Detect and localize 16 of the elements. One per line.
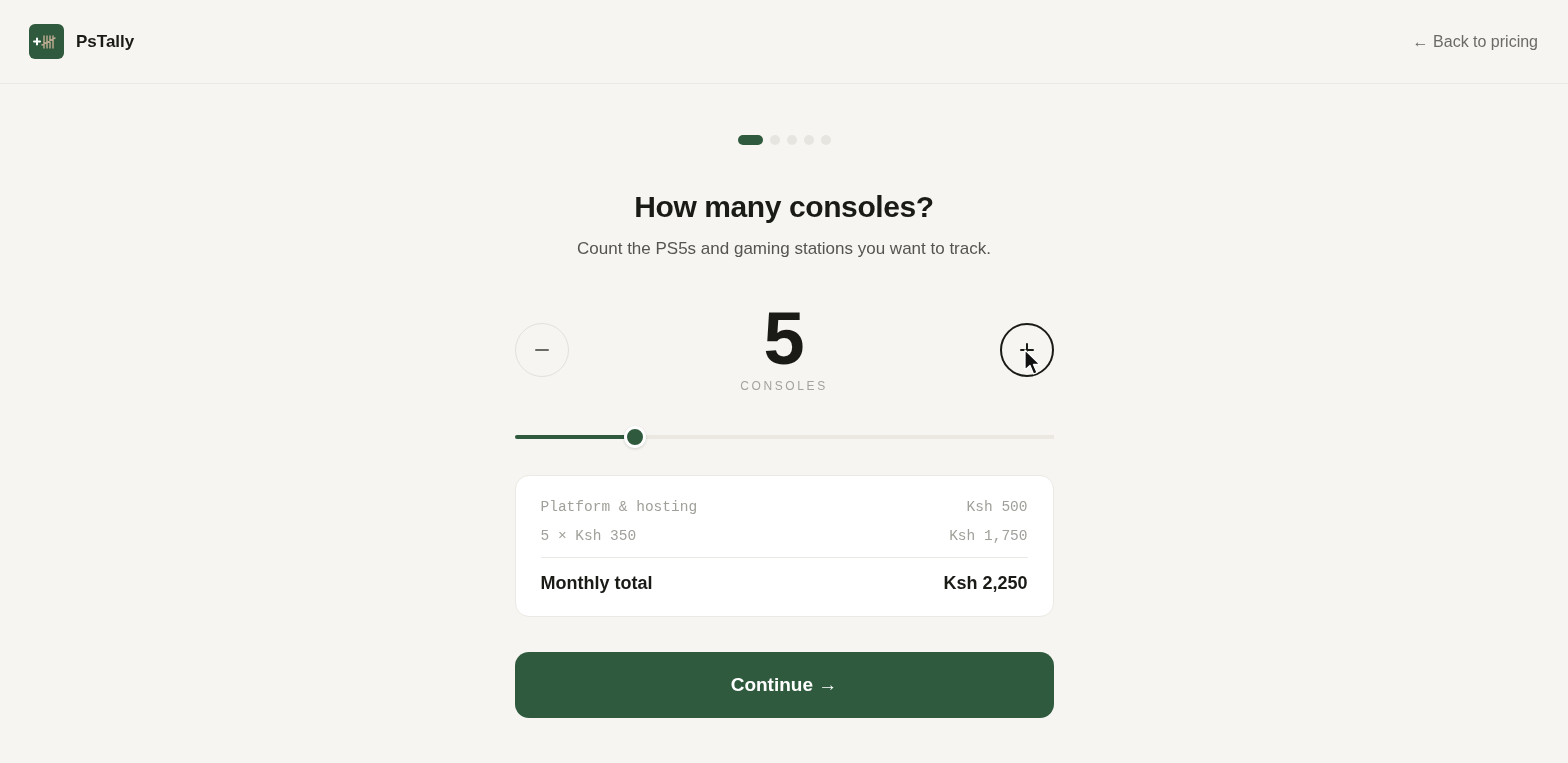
continue-button[interactable]: Continue →	[514, 652, 1054, 718]
console-count: 5	[763, 306, 805, 372]
mouse-pointer-icon	[1023, 349, 1041, 376]
line-item-amount: Ksh 1,750	[949, 527, 1028, 546]
total-amount: Ksh 2,250	[943, 572, 1028, 595]
slider-thumb[interactable]	[623, 426, 646, 448]
line-item-amount: Ksh 500	[966, 498, 1028, 517]
brand-name: PsTally	[76, 31, 135, 52]
count-unit-label: CONSOLES	[740, 378, 828, 394]
total-label: Monthly total	[540, 572, 653, 595]
line-item-label: 5 × Ksh 350	[540, 527, 637, 546]
back-link[interactable]: ← Back to pricing	[1412, 32, 1538, 51]
page-subtitle: Count the PS5s and gaming stations you want to track.	[576, 238, 992, 260]
line-item-label: Platform & hosting	[540, 498, 698, 517]
logo-icon	[29, 24, 64, 59]
page-title: How many consoles?	[633, 189, 935, 225]
